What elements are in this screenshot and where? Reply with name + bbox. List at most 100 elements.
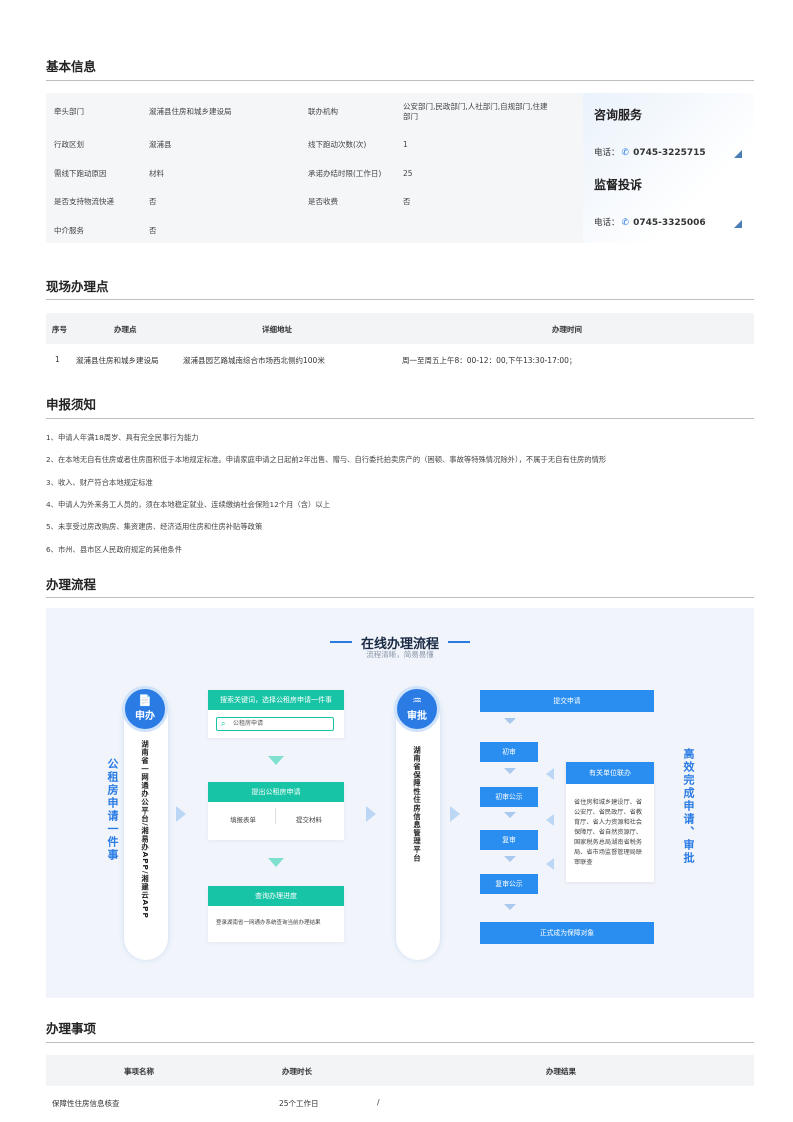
search-card: 搜索关键词，选择公租房申请一件事 ⌕ 公租房申请 (208, 690, 344, 738)
consult-phone-label: 电话： (594, 148, 620, 158)
arrow-right (176, 806, 186, 822)
label-offline-reason: 需线下跑动原因 (54, 169, 107, 178)
label-agency: 中介服务 (54, 226, 84, 235)
notice-item: 1、申请人年满18周岁、具有完全民事行为能力 (46, 433, 199, 442)
item-result: / (377, 1098, 380, 1107)
progress-card-text: 登录湖南省一网通办系统查询当前办理结果 (216, 920, 321, 926)
site-time: 周一至周五上午8：00-12：00,下午13:30-17:00； (402, 356, 577, 365)
divider (46, 80, 754, 81)
joint-unit-card: 有关单位联办 省住房和城乡建设厅、省公安厅、省民政厅、省教育厅、省人力资源和社会… (566, 762, 654, 882)
notice-item: 6、市州、县市区人民政府规定的其他条件 (46, 545, 182, 554)
label-fee: 是否收费 (308, 197, 338, 206)
review-platform-label: 湖南省保障性住房信息管理平台 (413, 746, 422, 863)
left-side-label: 公租房申请一件事 (106, 758, 119, 862)
arrow-left (546, 858, 554, 870)
section-title-site: 现场办理点 (46, 279, 109, 294)
th-time: 办理时间 (552, 325, 582, 334)
apply-circle: 📄 申办 (122, 686, 168, 732)
arrow-left (546, 768, 554, 780)
value-offline-trips: 1 (403, 140, 408, 149)
arrow-left (546, 814, 554, 826)
phone-icon: ✆ (621, 148, 630, 158)
th-duration: 办理时长 (282, 1067, 312, 1076)
label-promise-days: 承诺办结时限(工作日) (308, 169, 382, 178)
apply-card-header: 提出公租房申请 (208, 782, 344, 802)
review-circle-label: 审批 (407, 711, 427, 722)
search-box-text: 公租房申请 (233, 720, 264, 727)
consult-phone-row: 电话： ✆ 0745-3225715 (594, 146, 706, 158)
item-duration: 25个工作日 (279, 1099, 319, 1108)
notice-item: 2、在本地无自有住房或者住房面积低于本地规定标准。申请家庭申请之日起前2年出售、… (46, 455, 607, 464)
th-no: 序号 (52, 325, 67, 334)
label-region: 行政区划 (54, 140, 84, 149)
flow-diagram-subtitle: 流程清晰，简易易懂 (366, 650, 434, 659)
divider (46, 299, 754, 300)
stamp-icon: ♒ (412, 694, 422, 707)
value-lead-dept: 溆浦县住房和城乡建设局 (149, 107, 232, 116)
supervise-phone-label: 电话： (594, 218, 620, 228)
review-circle: ♒ 审批 (394, 686, 440, 732)
search-card-header: 搜索关键词，选择公租房申请一件事 (208, 690, 344, 710)
notice-item: 4、申请人为外来务工人员的，须在本地稳定就业、连续缴纳社会保险12个月（含）以上 (46, 500, 330, 509)
notice-item: 5、未享受过房改购房、集资建房、经济适用住房和住房补贴等政策 (46, 522, 263, 531)
label-joint-org: 联办机构 (308, 107, 338, 116)
right-side-label: 高效完成申请、审批 (682, 748, 695, 865)
value-fee: 否 (403, 197, 411, 206)
joint-unit-header: 有关单位联办 (566, 762, 654, 784)
step-second-publicity: 复审公示 (480, 874, 538, 894)
label-express: 是否支持物流快递 (54, 197, 114, 206)
divider (46, 597, 754, 598)
arrow-down-icon (504, 856, 516, 862)
supervise-phone-number[interactable]: 0745-3325006 (633, 218, 706, 228)
divider (46, 1042, 754, 1043)
step-final: 正式成为保障对象 (480, 922, 654, 944)
consult-title: 咨询服务 (594, 108, 643, 122)
site-address: 溆浦县园艺路城南综合市场西北侧约100米 (183, 356, 325, 365)
apply-circle-label: 申办 (135, 711, 155, 722)
arrow-down-icon (504, 768, 516, 774)
arrow-right (366, 806, 376, 822)
th-address: 详细地址 (262, 325, 292, 334)
supervise-title: 监督投诉 (594, 178, 643, 192)
supervise-phone-row: 电话： ✆ 0745-3325006 (594, 216, 706, 228)
basic-info-panel: 牵头部门 溆浦县住房和城乡建设局 联办机构 公安部门,民政部门,人社部门,自规部… (46, 93, 583, 243)
section-title-items: 办理事项 (46, 1021, 97, 1036)
section-title-flow: 办理流程 (46, 577, 97, 592)
step-first-review: 初审 (480, 742, 538, 762)
document-icon: 📄 (138, 694, 152, 707)
divider (46, 418, 754, 419)
value-agency: 否 (149, 226, 157, 235)
th-result: 办理结果 (546, 1067, 576, 1076)
expand-icon[interactable] (734, 220, 742, 228)
th-place: 办理点 (114, 325, 137, 334)
step-second-review: 复审 (480, 830, 538, 850)
item-name: 保障性住房信息核查 (52, 1099, 120, 1108)
value-region: 溆浦县 (149, 140, 172, 149)
value-joint-org: 公安部门,民政部门,人社部门,自规部门,住建部门 (403, 102, 548, 121)
site-place: 溆浦县住房和城乡建设局 (76, 356, 159, 365)
site-no: 1 (55, 355, 60, 364)
label-offline-trips: 线下跑动次数(次) (308, 140, 367, 149)
apply-card: 提出公租房申请 填报表单 提交材料 (208, 782, 344, 840)
step-first-publicity: 初审公示 (480, 787, 538, 807)
arrow-right (450, 806, 460, 822)
search-box: ⌕ 公租房申请 (216, 717, 334, 731)
divider (275, 808, 276, 824)
consult-phone-number[interactable]: 0745-3225715 (633, 148, 706, 158)
arrow-down-icon (504, 812, 516, 818)
section-title-notice: 申报须知 (46, 397, 97, 412)
value-promise-days: 25 (403, 169, 413, 178)
arrow-down-icon (504, 718, 516, 724)
notice-item: 3、收入、财产符合本地规定标准 (46, 478, 153, 487)
label-lead-dept: 牵头部门 (54, 107, 84, 116)
phone-icon: ✆ (621, 218, 630, 228)
arrow-down-icon (268, 756, 284, 765)
expand-icon[interactable] (734, 150, 742, 158)
arrow-down-icon (504, 904, 516, 910)
contact-card: 咨询服务 电话： ✆ 0745-3225715 监督投诉 电话： ✆ 0745-3325… (583, 93, 754, 243)
section-title-basic: 基本信息 (46, 59, 97, 74)
th-item-name: 事项名称 (124, 1067, 154, 1076)
flow-diagram: 在线办理流程 流程清晰，简易易懂 公租房申请一件事 📄 申办 湖南省一网通办公平… (46, 608, 754, 998)
progress-card-header: 查询办理进度 (208, 886, 344, 906)
submit-material-label: 提交材料 (296, 816, 322, 824)
